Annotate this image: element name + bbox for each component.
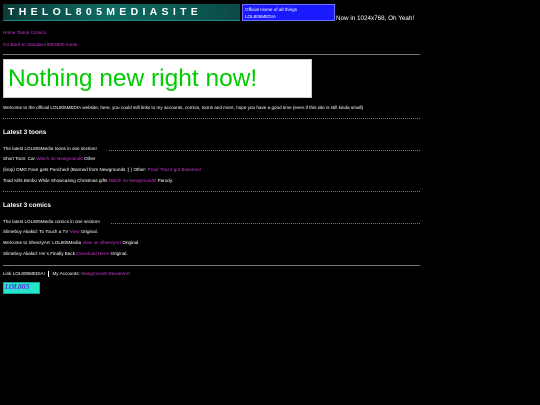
nav-links[interactable]: Home·Toons·Comics — [3, 30, 420, 35]
link-us-label: Link LOL805MEDIA! — [3, 271, 45, 277]
comic-link[interactable]: Download Here! — [76, 251, 109, 256]
list-item: Slimeboy Akakid: He`s Finally Back Downl… — [3, 251, 128, 256]
divider — [3, 54, 420, 55]
notice-banner: Nothing new right now! — [3, 59, 312, 98]
site-banner[interactable]: THELOL805MEDIASITE — [3, 4, 240, 21]
page: THELOL805MEDIASITE Official Home of all … — [3, 4, 420, 295]
toon-link[interactable]: Watch on Newgrounds — [36, 156, 82, 161]
separator — [48, 271, 50, 277]
toons-section-title: Latest 3 toons — [3, 129, 47, 136]
accounts-links[interactable]: Newgrounds·DeviantArt — [81, 271, 130, 276]
divider — [3, 191, 420, 192]
standard-mode-link[interactable]: Go Back to Standard 800x600 mode — [3, 42, 420, 47]
divider — [3, 118, 420, 119]
comic-link[interactable]: View — [70, 229, 80, 234]
comics-section-intro: The latest LOL805Media comics in one sec… — [3, 219, 100, 224]
accounts-label: My Accounts: — [52, 271, 80, 277]
official-line-1: Official Home of all things — [245, 7, 298, 12]
badge-text: LOL805 — [5, 284, 30, 292]
divider — [109, 150, 420, 151]
divider — [3, 265, 420, 266]
header: THELOL805MEDIASITE Official Home of all … — [3, 4, 420, 22]
comic-link[interactable]: View on SheezyArt — [82, 240, 121, 245]
official-home-box: Official Home of all things LOL805MEDIA — [242, 4, 335, 21]
list-item: Short Toon: Car Watch on Newgrounds Othe… — [3, 156, 96, 161]
list-item: Toad Kills Bimbo While Showcasing Christ… — [3, 178, 174, 183]
list-item: Welcome to SheezyArt: LOL805Media View o… — [3, 240, 140, 245]
divider — [111, 223, 420, 224]
resolution-note: Now in 1024x768, Oh Yeah! — [336, 15, 415, 22]
comics-section-title: Latest 3 comics — [3, 202, 51, 209]
list-item: (loop) OMG Face gets Punched! (Banned fr… — [3, 167, 201, 172]
list-item: Slimeboy Akakid: To Touch a TV View Orig… — [3, 229, 98, 234]
link-badge[interactable]: LOL805 — [3, 282, 40, 295]
toon-link[interactable]: Watch on Newgrounds! — [109, 178, 157, 183]
welcome-text: Welcome to the official LOL805MEDIA webs… — [3, 105, 364, 110]
official-line-2: LOL805MEDIA — [245, 14, 276, 19]
toon-link[interactable]: Proof That it got Blammed — [148, 167, 201, 172]
toons-section-intro: The latest LOL805Media toons in one sect… — [3, 146, 97, 151]
footer: Link LOL805MEDIA! My Accounts: Newground… — [3, 271, 420, 277]
